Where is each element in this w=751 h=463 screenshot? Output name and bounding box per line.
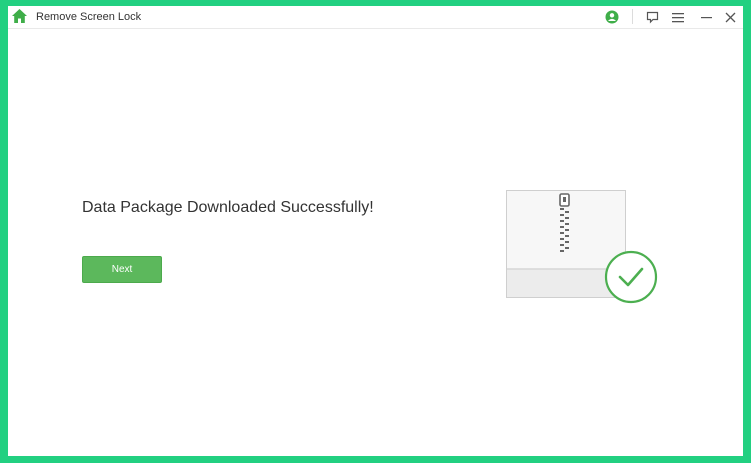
title-bar: Remove Screen Lock xyxy=(8,6,743,29)
minimize-icon[interactable] xyxy=(698,6,714,28)
close-icon[interactable] xyxy=(722,6,738,28)
page-title: Data Package Downloaded Successfully! xyxy=(82,199,374,216)
next-button[interactable]: Next xyxy=(82,256,162,283)
home-icon[interactable] xyxy=(11,8,28,24)
app-title: Remove Screen Lock xyxy=(36,11,142,23)
feedback-icon[interactable] xyxy=(644,6,660,28)
app-window: Remove Screen Lock Data Package Download… xyxy=(8,6,743,456)
account-icon[interactable] xyxy=(603,6,621,28)
title-bar-divider xyxy=(632,9,633,24)
zip-package-illustration xyxy=(502,186,658,304)
menu-icon[interactable] xyxy=(670,6,686,28)
